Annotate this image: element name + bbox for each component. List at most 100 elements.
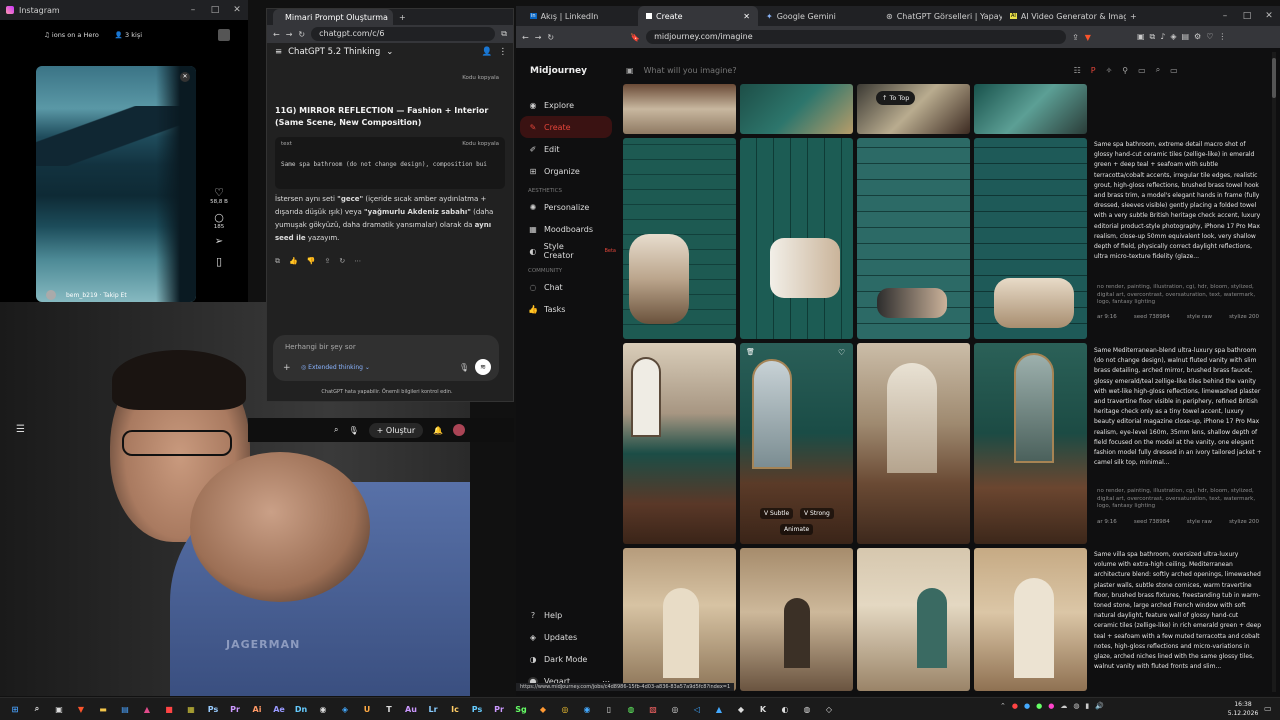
- app-icon-8[interactable]: Ae: [268, 700, 290, 718]
- tray-icon[interactable]: ●: [1048, 702, 1054, 710]
- grid-image[interactable]: [857, 84, 970, 134]
- chevron-down-icon[interactable]: ⌄: [386, 47, 393, 57]
- search-icon[interactable]: ⌕: [1156, 65, 1160, 75]
- animate-button[interactable]: Animate: [780, 524, 814, 535]
- maximize-icon[interactable]: □: [204, 0, 226, 20]
- maximize-icon[interactable]: □: [1236, 6, 1258, 26]
- search-icon[interactable]: ⌕: [334, 425, 338, 435]
- nav-organize[interactable]: ⊞ Organize: [516, 160, 616, 182]
- grid-image[interactable]: [740, 84, 853, 134]
- nav-explore[interactable]: ◉ Explore: [516, 94, 616, 116]
- app-icon-2[interactable]: ▲: [136, 700, 158, 718]
- filter-icon[interactable]: ⚲: [1122, 66, 1128, 75]
- imagine-input[interactable]: What will you imagine?: [644, 66, 1064, 75]
- app-icon-6[interactable]: Pr: [224, 700, 246, 718]
- app-icon-13[interactable]: T: [378, 700, 400, 718]
- app-icon-26[interactable]: ▲: [708, 700, 730, 718]
- settings-sliders-icon[interactable]: ☷: [1074, 66, 1081, 75]
- regenerate-icon[interactable]: ↻: [339, 257, 345, 266]
- nav-help[interactable]: ? Help: [516, 604, 616, 626]
- brave-icon[interactable]: ▼: [70, 700, 92, 718]
- start-button[interactable]: ⊞: [4, 700, 26, 718]
- comment-icon[interactable]: ○: [206, 211, 232, 224]
- avatar[interactable]: [453, 424, 466, 436]
- tab-create[interactable]: Create ✕: [638, 6, 758, 26]
- volume-icon[interactable]: 🔊: [1095, 702, 1104, 710]
- nav-style-creator[interactable]: ◐ Style Creator Beta: [516, 240, 616, 262]
- new-tab-icon[interactable]: +: [399, 13, 406, 22]
- thumbs-down-icon[interactable]: 👎: [307, 257, 316, 266]
- minimize-icon[interactable]: –: [182, 0, 204, 20]
- nav-dark-mode[interactable]: ◑ Dark Mode: [516, 648, 616, 670]
- tray-icon[interactable]: ●: [1012, 702, 1018, 710]
- grid-image[interactable]: [857, 138, 970, 339]
- app-icon-29[interactable]: ◐: [774, 700, 796, 718]
- tray-icon[interactable]: ●: [1036, 702, 1042, 710]
- mute-icon[interactable]: ✕: [180, 72, 190, 82]
- tab-chatgpt-images[interactable]: ⊛ChatGPT Görselleri | Yapay Zeka Gö: [878, 6, 1002, 26]
- sidebar-toggle-icon[interactable]: ≡: [275, 47, 282, 57]
- personalize-icon[interactable]: P: [1091, 66, 1096, 75]
- task-view-icon[interactable]: ▣: [48, 700, 70, 718]
- thumbs-up-icon[interactable]: 👍: [289, 257, 298, 266]
- grid-icon[interactable]: [218, 29, 230, 41]
- share-person-icon[interactable]: 👤: [482, 47, 493, 57]
- user-avatar[interactable]: [46, 290, 56, 300]
- app-icon-30[interactable]: ◍: [796, 700, 818, 718]
- tab-linkedin[interactable]: in Akış | LinkedIn: [522, 6, 638, 26]
- grid-image[interactable]: [740, 548, 853, 691]
- page-scrollbar[interactable]: [1272, 52, 1276, 692]
- app-icon-25[interactable]: ◎: [664, 700, 686, 718]
- app-icon-7[interactable]: Ai: [246, 700, 268, 718]
- composer-plus-icon[interactable]: +: [283, 363, 291, 373]
- to-top-button[interactable]: ↑ To Top: [876, 91, 916, 105]
- extended-thinking-toggle[interactable]: ◎ Extended thinking ⌄: [301, 364, 370, 371]
- stylize-chip[interactable]: stylize 200: [1229, 519, 1259, 525]
- create-button[interactable]: + Oluştur: [368, 422, 424, 438]
- brave-shield-icon[interactable]: ▼: [1085, 33, 1091, 42]
- more-icon[interactable]: ⋮: [499, 47, 508, 57]
- app-icon-21[interactable]: ◉: [576, 700, 598, 718]
- style-chip[interactable]: style raw: [1187, 519, 1212, 525]
- job-prompt-2[interactable]: Same Mediterranean-blend ultra-luxury sp…: [1094, 346, 1262, 478]
- app-icon-23[interactable]: ◍: [620, 700, 642, 718]
- notification-icon[interactable]: ▭: [1264, 704, 1272, 713]
- tray-icon[interactable]: ☁: [1060, 702, 1067, 710]
- forward-icon[interactable]: →: [535, 33, 542, 42]
- nav-chat[interactable]: ◌ Chat: [516, 276, 616, 298]
- tray-icon[interactable]: ◍: [1073, 702, 1079, 710]
- close-icon[interactable]: ✕: [226, 0, 248, 20]
- reel-video[interactable]: bem_b219 · Takip Et: [36, 66, 196, 302]
- grid-image[interactable]: [623, 138, 736, 339]
- app-icon-15[interactable]: Lr: [422, 700, 444, 718]
- app-icon-14[interactable]: Au: [400, 700, 422, 718]
- seed-chip[interactable]: seed 738984: [1134, 314, 1170, 320]
- chatgpt-url[interactable]: chatgpt.com/c/6: [311, 27, 496, 41]
- app-icon-27[interactable]: ◆: [730, 700, 752, 718]
- nav-moodboards[interactable]: ▦ Moodboards: [516, 218, 616, 240]
- copy-icon[interactable]: ⧉: [275, 257, 280, 266]
- nav-updates[interactable]: ◈ Updates: [516, 626, 616, 648]
- nav-create[interactable]: ✎ Create: [520, 116, 612, 138]
- app-icon-11[interactable]: ◈: [334, 700, 356, 718]
- minimize-icon[interactable]: –: [1214, 6, 1236, 26]
- app-icon-9[interactable]: Dn: [290, 700, 312, 718]
- explorer-icon[interactable]: ▬: [92, 700, 114, 718]
- tab-chatgpt[interactable]: Mimari Prompt Oluşturma ✕: [273, 9, 393, 25]
- app-icon-17[interactable]: Ps: [466, 700, 488, 718]
- mj-brand[interactable]: Midjourney: [530, 66, 587, 76]
- nav-personalize[interactable]: ✺ Personalize: [516, 196, 616, 218]
- search-icon[interactable]: ⌕: [26, 700, 48, 718]
- copy-code-button[interactable]: Kodu kopyala: [462, 75, 499, 81]
- app-icon-1[interactable]: ▤: [114, 700, 136, 718]
- app-icon-16[interactable]: Ic: [444, 700, 466, 718]
- share-icon[interactable]: ⇪: [324, 257, 330, 266]
- app-icon-19[interactable]: Sg: [510, 700, 532, 718]
- forward-icon[interactable]: →: [286, 30, 293, 39]
- job-prompt-1[interactable]: Same spa bathroom, extreme detail macro …: [1094, 140, 1262, 280]
- app-icon-12[interactable]: U: [356, 700, 378, 718]
- copy-code-button-2[interactable]: Kodu kopyala: [462, 141, 499, 147]
- app-icon-20[interactable]: ◆: [532, 700, 554, 718]
- ext-icons[interactable]: ▣⧉♪◈▤⚙♡⋮: [1137, 32, 1231, 42]
- trash-icon[interactable]: 🗑: [746, 348, 755, 356]
